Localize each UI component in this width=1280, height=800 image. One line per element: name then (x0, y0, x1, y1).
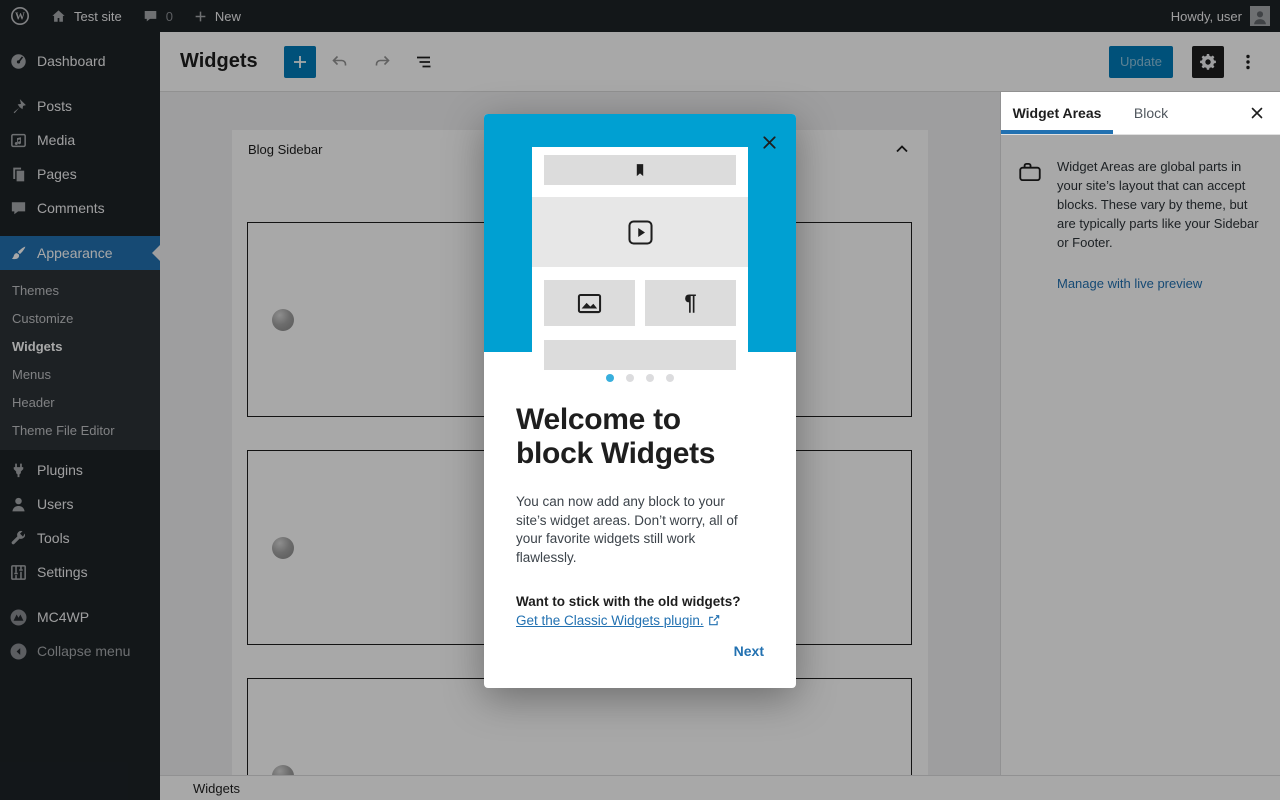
guide-classic-note: Want to stick with the old widgets? Get … (516, 593, 762, 632)
close-icon (1248, 104, 1266, 122)
welcome-guide-modal: ¶ Welcome to block Widgets You can now a… (484, 114, 796, 688)
tab-label: Block (1134, 105, 1168, 121)
next-button[interactable]: Next (734, 643, 764, 659)
guide-title: Welcome to block Widgets (516, 403, 764, 471)
sidebar-tabs: Widget Areas Block (1001, 92, 1280, 135)
bookmark-icon (632, 162, 648, 179)
guide-question: Want to stick with the old widgets? (516, 594, 741, 609)
image-icon (576, 290, 603, 317)
wordpress-admin-widgets-screen: W Test site 0 New Howdy, user (0, 0, 1280, 800)
page-dot-4[interactable] (666, 374, 674, 382)
tab-label: Widget Areas (1013, 105, 1102, 121)
welcome-guide-body: Welcome to block Widgets You can now add… (484, 352, 796, 688)
illustration-paragraph-block: ¶ (645, 280, 736, 326)
welcome-guide-banner: ¶ (484, 114, 796, 352)
page-dot-3[interactable] (646, 374, 654, 382)
video-play-icon (627, 219, 654, 246)
tab-block[interactable]: Block (1113, 92, 1189, 134)
guide-pagination (516, 374, 764, 382)
page-dot-2[interactable] (626, 374, 634, 382)
guide-description: You can now add any block to your site’s… (516, 493, 758, 567)
close-modal-button[interactable] (756, 129, 782, 155)
illustration-block-bar (544, 155, 736, 185)
illustration-columns: ¶ (544, 280, 736, 326)
illustration-video-strip (532, 197, 748, 267)
external-link-icon (707, 613, 721, 633)
pilcrow-icon: ¶ (684, 292, 696, 314)
close-icon (760, 133, 779, 152)
tab-widget-areas[interactable]: Widget Areas (1001, 92, 1113, 134)
page-dot-1[interactable] (606, 374, 614, 382)
classic-widgets-link[interactable]: Get the Classic Widgets plugin. (516, 613, 704, 628)
active-tab-underline (1001, 130, 1113, 134)
guide-illustration: ¶ (532, 147, 748, 352)
illustration-image-block (544, 280, 635, 326)
close-sidebar-button[interactable] (1234, 92, 1280, 134)
